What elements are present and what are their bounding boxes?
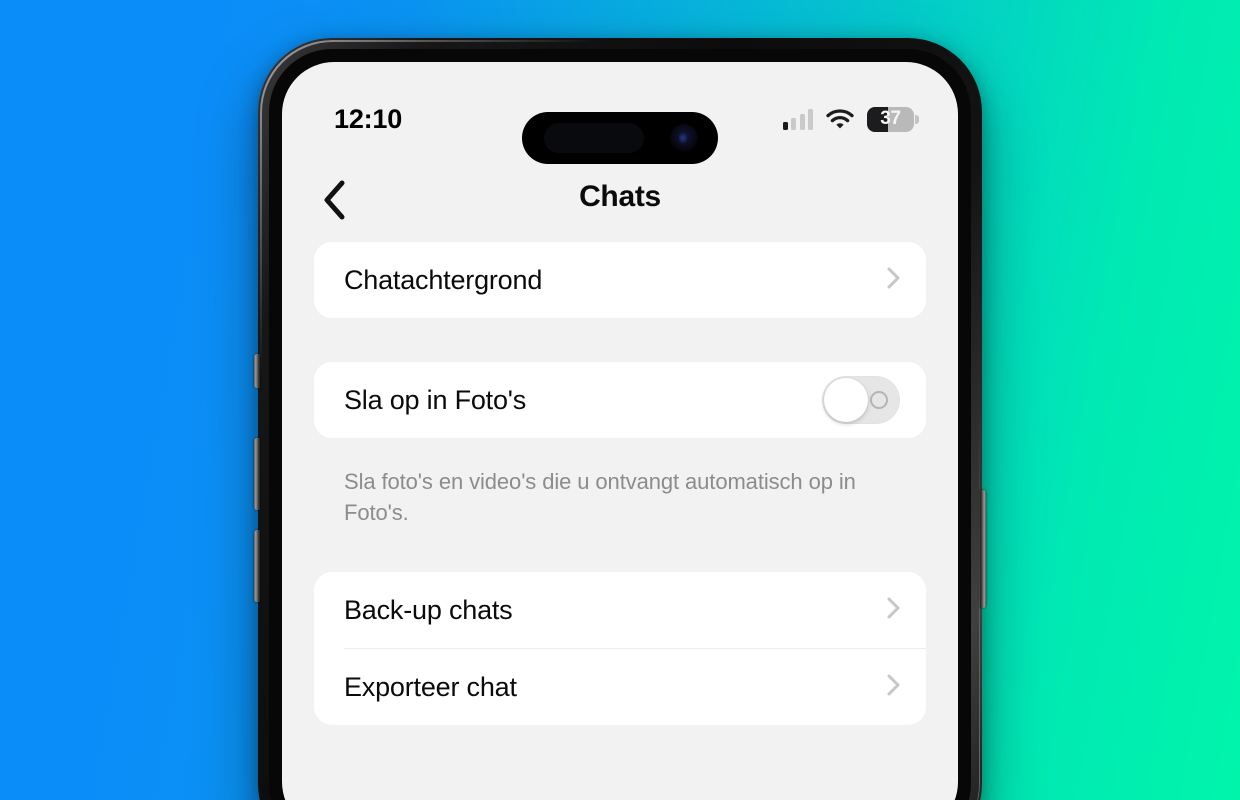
settings-row-label: Chatachtergrond — [344, 264, 543, 295]
status-bar-clock: 12:10 — [334, 103, 403, 134]
settings-row-label: Back-up chats — [344, 594, 513, 625]
silent-switch-button[interactable] — [254, 354, 260, 388]
save-to-photos-description: Sla foto's en video's die u ontvangt aut… — [344, 469, 856, 526]
power-button[interactable] — [980, 490, 986, 608]
front-camera-icon — [670, 124, 698, 152]
page-title: Chats — [579, 180, 661, 213]
settings-row-label: Exporteer chat — [344, 671, 517, 702]
phone-device-frame: 12:10 37 Chats Chatachtergrond Sla op in… — [254, 38, 986, 800]
settings-list: Chatachtergrond Sla op in Foto's Sla fot… — [282, 242, 958, 800]
settings-section-appearance: Chatachtergrond — [314, 242, 926, 318]
chevron-right-icon — [887, 267, 900, 294]
settings-row-backup-chats[interactable]: Back-up chats — [314, 572, 926, 648]
save-to-photos-toggle[interactable] — [822, 376, 900, 424]
settings-row-export-chat[interactable]: Exporteer chat — [314, 649, 926, 725]
battery-icon: 37 — [867, 106, 919, 132]
toggle-off-indicator-icon — [870, 391, 888, 409]
toggle-knob — [824, 378, 868, 422]
navigation-bar: Chats — [282, 158, 958, 242]
settings-section-backup: Back-up chats Exporteer chat — [314, 572, 926, 726]
settings-row-save-to-photos[interactable]: Sla op in Foto's — [314, 362, 926, 438]
dynamic-island — [522, 112, 718, 164]
settings-section-media: Sla op in Foto's — [314, 362, 926, 438]
status-bar-indicators: 37 — [782, 106, 919, 132]
battery-percentage-label: 37 — [880, 108, 901, 129]
volume-down-button[interactable] — [254, 530, 260, 602]
volume-up-button[interactable] — [254, 438, 260, 510]
cellular-signal-icon — [782, 108, 813, 130]
settings-row-chat-wallpaper[interactable]: Chatachtergrond — [314, 242, 926, 318]
phone-screen: 12:10 37 Chats Chatachtergrond Sla op in… — [282, 62, 958, 800]
chevron-right-icon — [887, 597, 900, 624]
settings-row-label: Sla op in Foto's — [344, 384, 527, 415]
battery-cap — [915, 114, 919, 124]
earpiece-speaker — [544, 123, 644, 153]
chevron-right-icon — [887, 674, 900, 701]
footnote-spacer — [314, 438, 926, 466]
wifi-icon — [826, 108, 854, 130]
